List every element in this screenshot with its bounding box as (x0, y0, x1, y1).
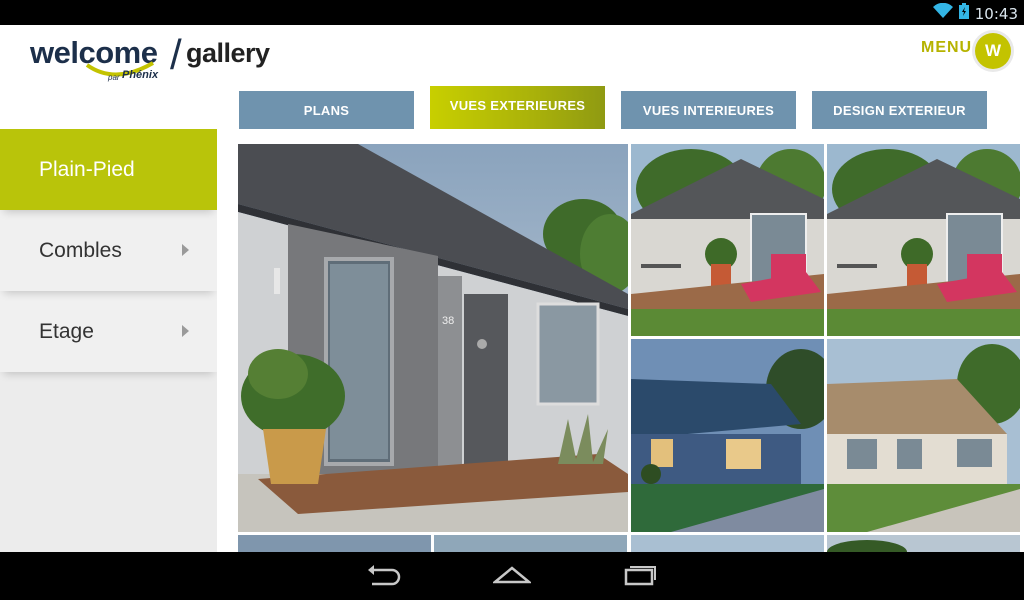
sidebar-item-label: Combles (39, 238, 122, 262)
welcome-gallery-logo[interactable]: welcome par Phénix / gallery (30, 31, 290, 93)
sidebar-item-combles[interactable]: Combles (0, 210, 217, 291)
app-header: welcome par Phénix / gallery MENU W PLAN… (0, 25, 1024, 142)
recents-icon[interactable] (622, 564, 658, 593)
image-gallery: 38 (217, 129, 1024, 552)
tab-vues-interieures[interactable]: VUES INTERIEURES (621, 91, 796, 129)
status-bar: 10:43 (0, 0, 1024, 25)
chevron-right-icon (182, 325, 189, 337)
logo-by: par (108, 73, 120, 82)
chevron-right-icon (182, 244, 189, 256)
logo-product: gallery (186, 38, 270, 68)
gallery-image-terrace-1[interactable] (631, 144, 824, 336)
sidebar-item-plain-pied[interactable]: Plain-Pied (0, 129, 217, 210)
user-avatar[interactable]: W (975, 33, 1011, 69)
battery-icon (958, 3, 969, 24)
sidebar-item-label: Etage (39, 319, 94, 343)
system-navigation-bar (0, 552, 1024, 600)
gallery-image-large[interactable]: 38 (238, 144, 628, 532)
house-number: 38 (442, 315, 454, 327)
tab-label: VUES INTERIEURES (642, 102, 775, 118)
gallery-image-terrace-2[interactable] (827, 144, 1020, 336)
gallery-image-row3-4[interactable] (827, 535, 1020, 552)
back-icon[interactable] (366, 564, 402, 593)
tab-plans[interactable]: PLANS (239, 91, 414, 129)
status-time: 10:43 (974, 4, 1018, 23)
sidebar-item-label: Plain-Pied (39, 157, 135, 181)
wifi-icon (932, 2, 953, 24)
sidebar-item-etage[interactable]: Etage (0, 291, 217, 372)
logo-company: Phénix (122, 69, 159, 81)
gallery-image-row3-3[interactable] (631, 535, 824, 552)
logo-separator: / (170, 31, 182, 78)
gallery-image-row3-1[interactable] (238, 535, 431, 552)
tab-label: DESIGN EXTERIEUR (833, 102, 966, 118)
home-icon[interactable] (491, 564, 533, 593)
gallery-image-evening[interactable] (631, 339, 824, 532)
tab-vues-exterieures[interactable]: VUES EXTERIEURES (430, 86, 605, 142)
gallery-image-beige[interactable] (827, 339, 1020, 532)
menu-button[interactable]: MENU (921, 39, 972, 57)
gallery-image-row3-2[interactable] (434, 535, 627, 552)
tab-label: PLANS (303, 102, 350, 118)
tab-label: VUES EXTERIEURES (449, 98, 586, 113)
sidebar: Etage Combles Plain-Pied (0, 129, 217, 552)
tab-design-exterieur[interactable]: DESIGN EXTERIEUR (812, 91, 987, 129)
